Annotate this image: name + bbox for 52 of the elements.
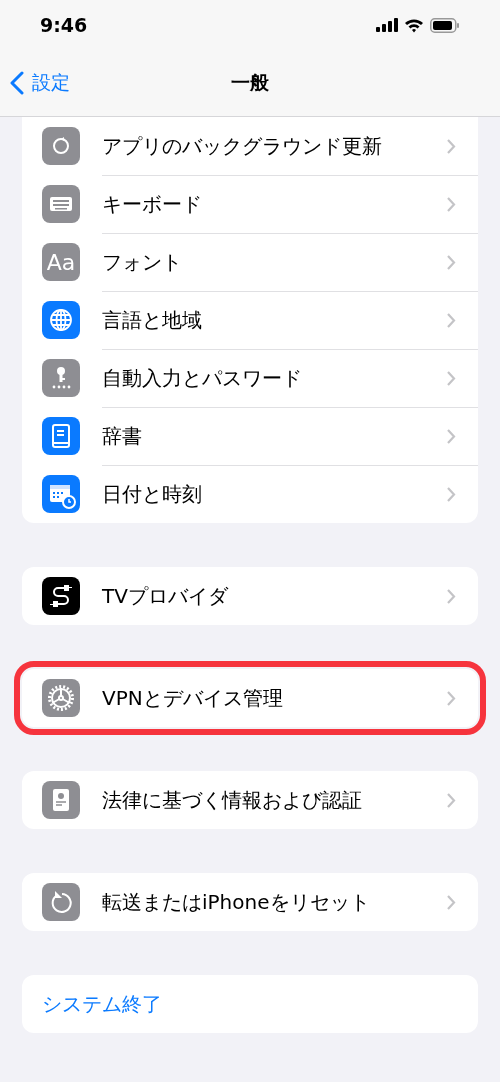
settings-row[interactable]: アプリのバックグラウンド更新	[22, 117, 478, 175]
chevron-icon	[446, 312, 456, 329]
settings-row[interactable]: 法律に基づく情報および認証	[22, 771, 478, 829]
row-label: 自動入力とパスワード	[102, 365, 303, 392]
wifi-icon	[404, 17, 424, 33]
chevron-icon	[446, 587, 456, 605]
row-label: 言語と地域	[102, 307, 203, 334]
back-chevron-icon	[10, 71, 24, 95]
row-label: TVプロバイダ	[102, 582, 230, 610]
settings-row[interactable]: 自動入力とパスワード	[22, 349, 478, 407]
page-title: 一般	[231, 70, 269, 95]
font-icon: Aa	[42, 243, 80, 281]
chevron-icon	[446, 137, 456, 155]
book-icon	[42, 417, 80, 455]
chevron-icon	[446, 791, 456, 809]
settings-row[interactable]: Aa フォント	[22, 233, 478, 291]
settings-row[interactable]: 転送またはiPhoneをリセット	[22, 873, 478, 931]
row-label: 辞書	[102, 423, 143, 450]
chevron-icon	[446, 254, 456, 271]
chevron-icon	[446, 486, 456, 503]
shutdown-link[interactable]: システム終了	[42, 990, 162, 1018]
certificate-icon	[42, 781, 80, 819]
row-label: アプリのバックグラウンド更新	[102, 132, 383, 160]
row-label: フォント	[102, 249, 183, 276]
globe-icon	[42, 301, 80, 339]
key-icon	[42, 359, 80, 397]
signal-icon	[376, 18, 398, 32]
settings-row[interactable]: VPNとデバイス管理	[22, 669, 478, 727]
calendar-icon	[42, 475, 80, 513]
settings-row[interactable]: 日付と時刻	[22, 465, 478, 523]
refresh-icon	[42, 127, 80, 165]
settings-row[interactable]: TVプロバイダ	[22, 567, 478, 625]
chevron-icon	[446, 689, 456, 707]
settings-row[interactable]: 言語と地域	[22, 291, 478, 349]
chevron-icon	[446, 893, 456, 911]
battery-icon	[430, 17, 460, 33]
chevron-icon	[446, 428, 456, 445]
settings-row[interactable]: キーボード	[22, 175, 478, 233]
reset-icon	[42, 883, 80, 921]
back-button[interactable]: 設定	[10, 70, 70, 96]
keyboard-icon	[42, 185, 80, 223]
chevron-icon	[446, 370, 456, 387]
row-label: VPNとデバイス管理	[102, 684, 284, 712]
gear-icon	[42, 679, 80, 717]
row-label: キーボード	[102, 191, 203, 218]
settings-row[interactable]: 辞書	[22, 407, 478, 465]
row-label: 法律に基づく情報および認証	[102, 786, 363, 814]
row-label: 日付と時刻	[102, 481, 203, 508]
row-label: 転送またはiPhoneをリセット	[102, 888, 371, 916]
cable-icon	[42, 577, 80, 615]
clock: 9:46	[40, 14, 88, 36]
chevron-icon	[446, 196, 456, 213]
